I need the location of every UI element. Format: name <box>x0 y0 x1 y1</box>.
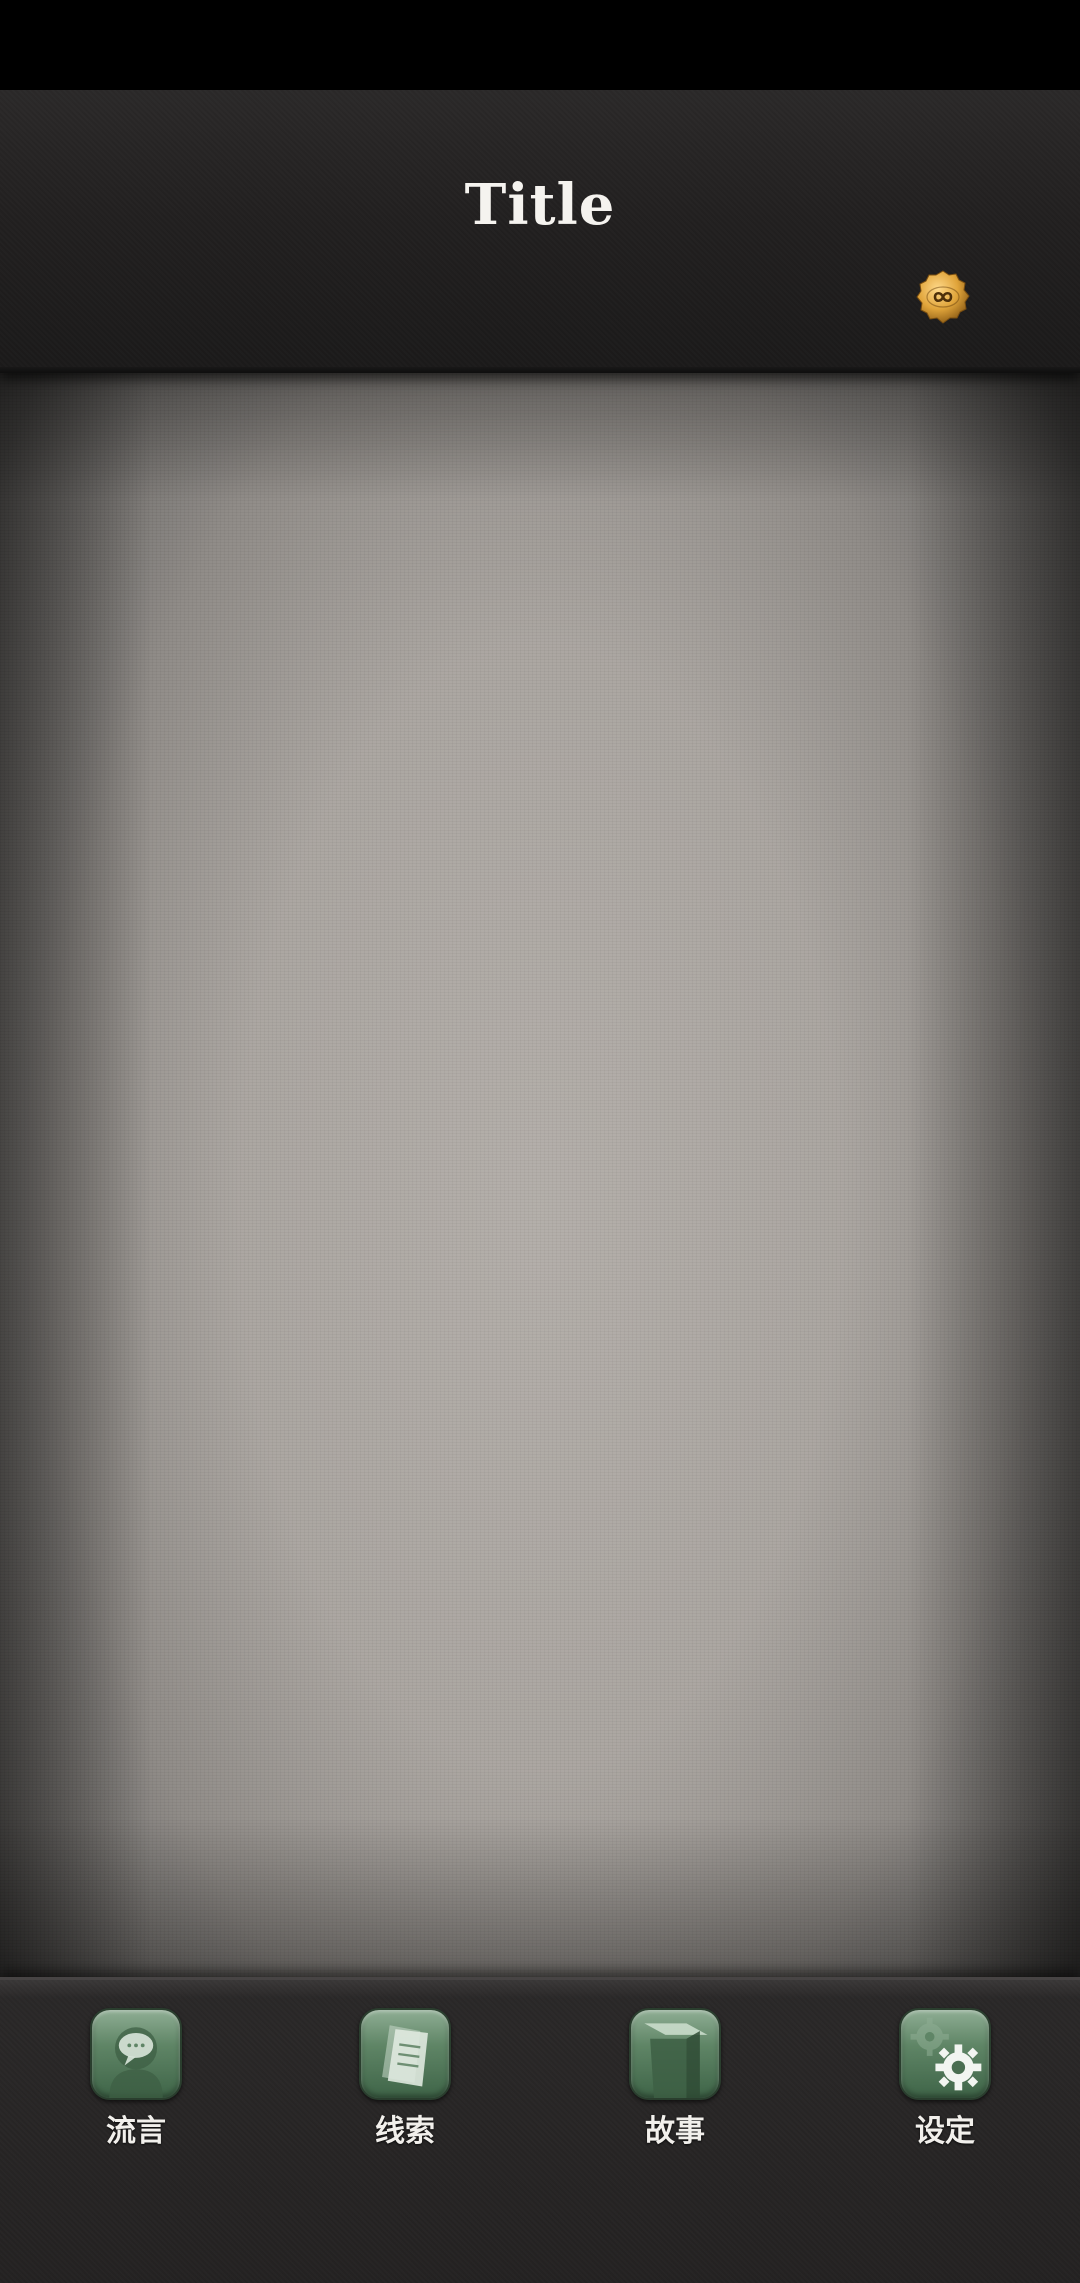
speech-bubble-icon <box>90 2008 182 2100</box>
tab-rumors[interactable]: 流言 <box>76 2008 196 2149</box>
tab-settings[interactable]: 设定 <box>885 2008 1005 2149</box>
book-icon <box>629 2008 721 2100</box>
tab-settings-label: 设定 <box>915 2114 975 2149</box>
tab-rumors-label: 流言 <box>106 2114 166 2149</box>
tab-story-label: 故事 <box>645 2114 705 2149</box>
documents-icon <box>359 2008 451 2100</box>
bottom-tab-bar: 流言 线索 故事 设定 <box>0 1977 1080 2283</box>
tab-story[interactable]: 故事 <box>615 2008 735 2149</box>
page-title: Title <box>464 172 616 238</box>
gears-icon <box>899 2008 991 2100</box>
infinity-coin-icon[interactable] <box>915 269 971 325</box>
status-bar <box>0 0 1080 90</box>
tab-clues-label: 线索 <box>375 2114 435 2149</box>
content-area <box>0 373 1080 1977</box>
tab-clues[interactable]: 线索 <box>345 2008 465 2149</box>
